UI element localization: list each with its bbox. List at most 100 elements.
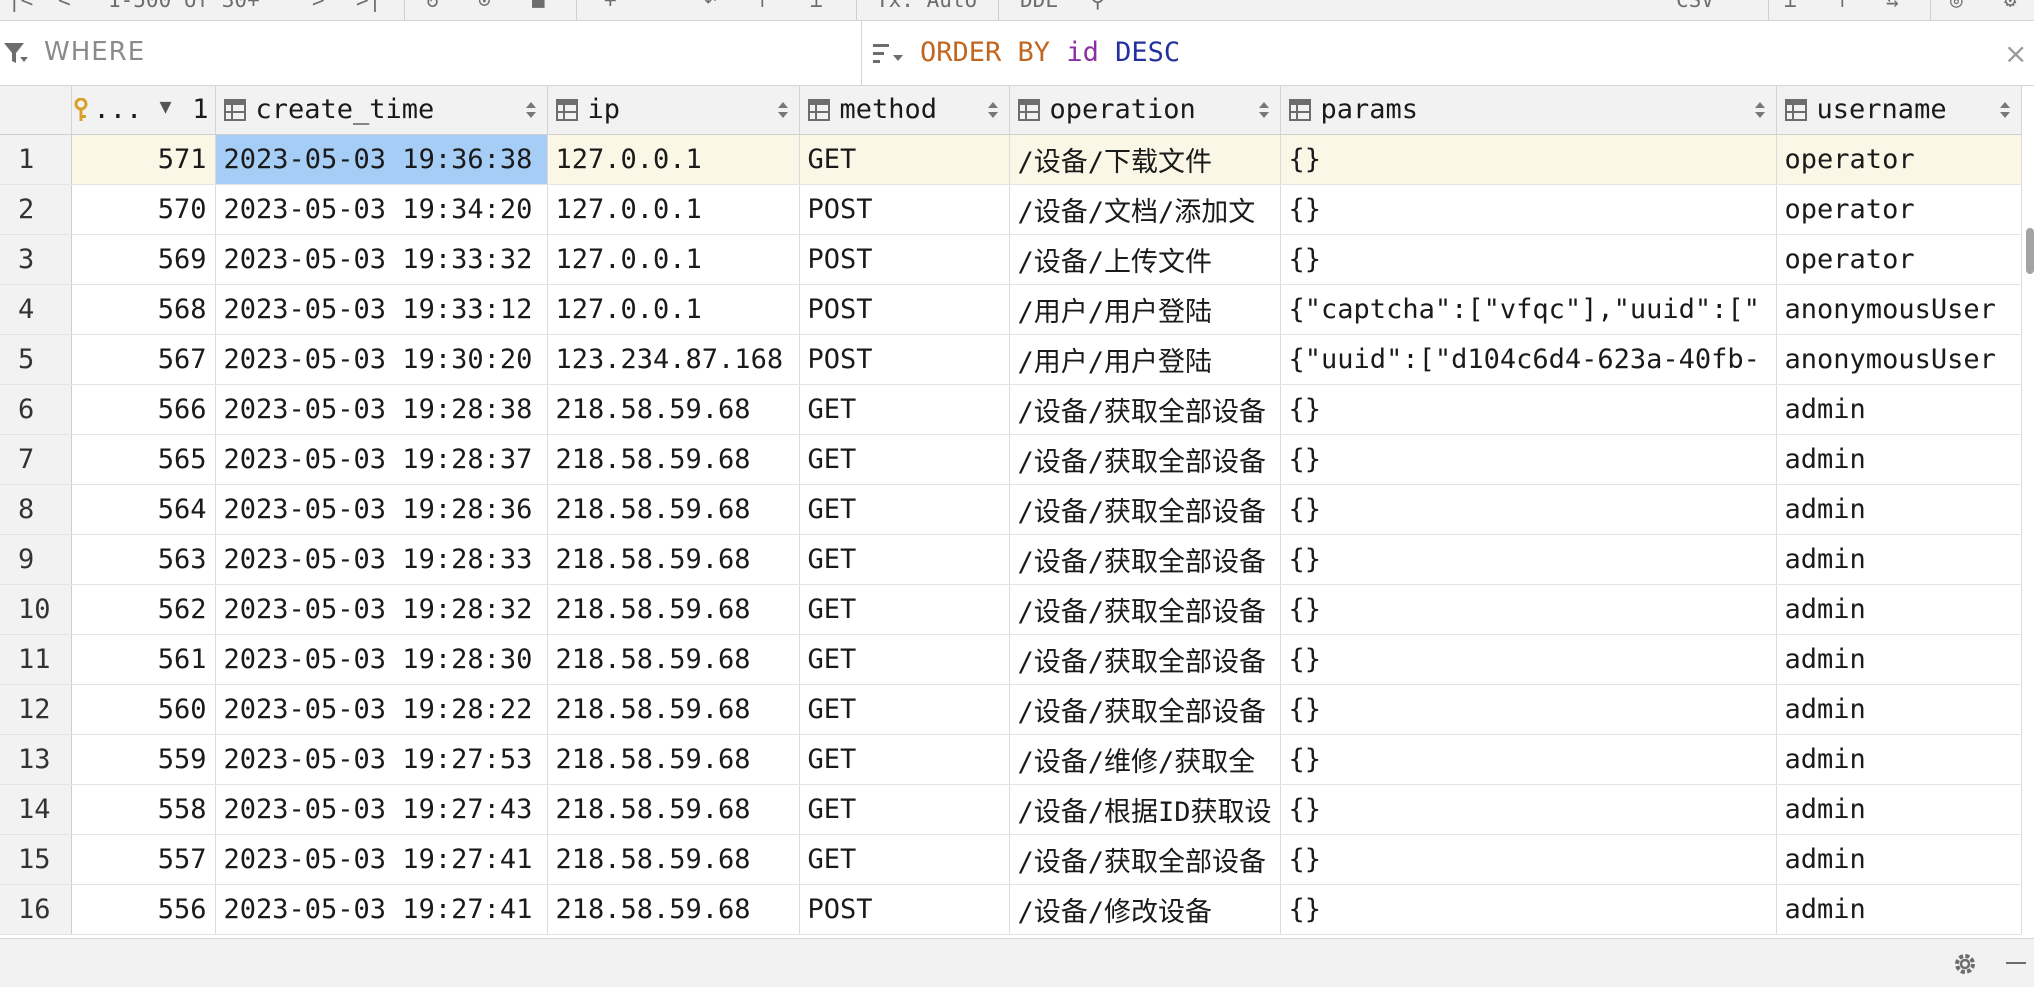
row-number[interactable]: 11 xyxy=(0,634,72,685)
cell-ip[interactable]: 218.58.59.68 xyxy=(547,734,800,785)
gear-icon[interactable] xyxy=(1952,951,1978,977)
cell-method[interactable]: GET xyxy=(799,534,1010,585)
cell-id[interactable]: 565 xyxy=(71,434,216,485)
cell-username[interactable]: operator xyxy=(1776,184,2022,235)
cell-username[interactable]: admin xyxy=(1776,634,2022,685)
sort-toggle-icon[interactable] xyxy=(777,100,789,120)
row-number[interactable]: 9 xyxy=(0,534,72,585)
cell-id[interactable]: 571 xyxy=(71,134,216,185)
cell-params[interactable]: {} xyxy=(1280,384,1777,435)
cell-username[interactable]: anonymousUser xyxy=(1776,334,2022,385)
cell-method[interactable]: POST xyxy=(799,884,1010,935)
cell-method[interactable]: POST xyxy=(799,184,1010,235)
cell-operation[interactable]: /设备/维修/获取全 xyxy=(1009,734,1281,785)
cell-id[interactable]: 562 xyxy=(71,584,216,635)
cell-create-time[interactable]: 2023-05-03 19:28:37 xyxy=(215,434,548,485)
table-row[interactable]: 1 571 2023-05-03 19:36:38 127.0.0.1 GET … xyxy=(0,134,2022,185)
cell-ip[interactable]: 218.58.59.68 xyxy=(547,484,800,535)
cell-create-time[interactable]: 2023-05-03 19:27:53 xyxy=(215,734,548,785)
cell-ip[interactable]: 218.58.59.68 xyxy=(547,384,800,435)
cell-params[interactable]: {} xyxy=(1280,884,1777,935)
row-number[interactable]: 8 xyxy=(0,484,72,535)
cell-operation[interactable]: /用户/用户登陆 xyxy=(1009,334,1281,385)
cell-username[interactable]: admin xyxy=(1776,684,2022,735)
cell-method[interactable]: GET xyxy=(799,734,1010,785)
cell-method[interactable]: GET xyxy=(799,484,1010,535)
cell-create-time[interactable]: 2023-05-03 19:34:20 xyxy=(215,184,548,235)
table-row[interactable]: 15 557 2023-05-03 19:27:41 218.58.59.68 … xyxy=(0,834,2022,885)
cell-id[interactable]: 559 xyxy=(71,734,216,785)
cell-create-time[interactable]: 2023-05-03 19:36:38 xyxy=(215,134,548,185)
column-header-method[interactable]: method xyxy=(799,86,1010,135)
cell-ip[interactable]: 218.58.59.68 xyxy=(547,584,800,635)
cell-ip[interactable]: 218.58.59.68 xyxy=(547,534,800,585)
table-row[interactable]: 6 566 2023-05-03 19:28:38 218.58.59.68 G… xyxy=(0,384,2022,435)
last-page-icon[interactable]: >| xyxy=(356,0,381,14)
table-row[interactable]: 16 556 2023-05-03 19:27:41 218.58.59.68 … xyxy=(0,884,2022,935)
column-header-username[interactable]: username xyxy=(1776,86,2022,135)
cell-username[interactable]: admin xyxy=(1776,884,2022,935)
order-by-input[interactable]: ORDER BY id DESC xyxy=(920,37,1180,68)
cell-username[interactable]: admin xyxy=(1776,484,2022,535)
sort-toggle-icon[interactable] xyxy=(1258,100,1270,120)
submit-icon[interactable]: ↑ xyxy=(756,0,769,14)
sort-toggle-icon[interactable] xyxy=(525,100,537,120)
close-icon[interactable]: × xyxy=(2004,37,2027,70)
next-page-icon[interactable]: > xyxy=(312,0,325,14)
cell-create-time[interactable]: 2023-05-03 19:27:41 xyxy=(215,884,548,935)
cell-username[interactable]: operator xyxy=(1776,134,2022,185)
cell-method[interactable]: GET xyxy=(799,134,1010,185)
row-number[interactable]: 16 xyxy=(0,884,72,935)
cell-method[interactable]: GET xyxy=(799,634,1010,685)
cell-method[interactable]: GET xyxy=(799,434,1010,485)
pin-icon[interactable]: ⊥ xyxy=(810,0,823,14)
cell-ip[interactable]: 218.58.59.68 xyxy=(547,684,800,735)
row-number[interactable]: 4 xyxy=(0,284,72,335)
cell-operation[interactable]: /设备/文档/添加文 xyxy=(1009,184,1281,235)
cell-operation[interactable]: /设备/根据ID获取设 xyxy=(1009,784,1281,835)
cell-username[interactable]: admin xyxy=(1776,584,2022,635)
compare-icon[interactable]: ⇆ xyxy=(1886,0,1899,14)
cell-operation[interactable]: /设备/上传文件 xyxy=(1009,234,1281,285)
cell-username[interactable]: admin xyxy=(1776,384,2022,435)
cell-username[interactable]: admin xyxy=(1776,784,2022,835)
cell-method[interactable]: GET xyxy=(799,834,1010,885)
cell-ip[interactable]: 218.58.59.68 xyxy=(547,434,800,485)
cell-method[interactable]: GET xyxy=(799,684,1010,735)
cell-username[interactable]: admin xyxy=(1776,834,2022,885)
row-number[interactable]: 13 xyxy=(0,734,72,785)
cell-params[interactable]: {} xyxy=(1280,434,1777,485)
cell-username[interactable]: anonymousUser xyxy=(1776,284,2022,335)
cell-ip[interactable]: 127.0.0.1 xyxy=(547,234,800,285)
column-header-id[interactable]: ... ▼ 1 xyxy=(71,86,216,135)
cell-ip[interactable]: 127.0.0.1 xyxy=(547,284,800,335)
first-page-icon[interactable]: |< xyxy=(8,0,33,14)
cell-id[interactable]: 556 xyxy=(71,884,216,935)
cell-id[interactable]: 557 xyxy=(71,834,216,885)
table-row[interactable]: 4 568 2023-05-03 19:33:12 127.0.0.1 POST… xyxy=(0,284,2022,335)
row-number[interactable]: 15 xyxy=(0,834,72,885)
row-number[interactable]: 3 xyxy=(0,234,72,285)
cell-method[interactable]: POST xyxy=(799,284,1010,335)
cell-ip[interactable]: 127.0.0.1 xyxy=(547,134,800,185)
cell-ip[interactable]: 127.0.0.1 xyxy=(547,184,800,235)
cell-ip[interactable]: 218.58.59.68 xyxy=(547,884,800,935)
cell-method[interactable]: GET xyxy=(799,584,1010,635)
cell-create-time[interactable]: 2023-05-03 19:30:20 xyxy=(215,334,548,385)
cell-operation[interactable]: /设备/获取全部设备 xyxy=(1009,634,1281,685)
cell-id[interactable]: 569 xyxy=(71,234,216,285)
settings-icon[interactable]: ⚙ xyxy=(2004,0,2017,14)
cell-create-time[interactable]: 2023-05-03 19:28:30 xyxy=(215,634,548,685)
cell-params[interactable]: {} xyxy=(1280,684,1777,735)
cell-operation[interactable]: /设备/获取全部设备 xyxy=(1009,534,1281,585)
cell-username[interactable]: admin xyxy=(1776,434,2022,485)
cell-operation[interactable]: /设备/下载文件 xyxy=(1009,134,1281,185)
column-header-operation[interactable]: operation xyxy=(1009,86,1281,135)
vertical-scrollbar[interactable] xyxy=(2026,228,2034,274)
table-row[interactable]: 12 560 2023-05-03 19:28:22 218.58.59.68 … xyxy=(0,684,2022,735)
sort-toggle-icon[interactable] xyxy=(1754,100,1766,120)
search-history-icon[interactable]: ⊙ xyxy=(478,0,491,14)
table-row[interactable]: 13 559 2023-05-03 19:27:53 218.58.59.68 … xyxy=(0,734,2022,785)
cell-id[interactable]: 561 xyxy=(71,634,216,685)
sort-toggle-icon[interactable] xyxy=(987,100,999,120)
